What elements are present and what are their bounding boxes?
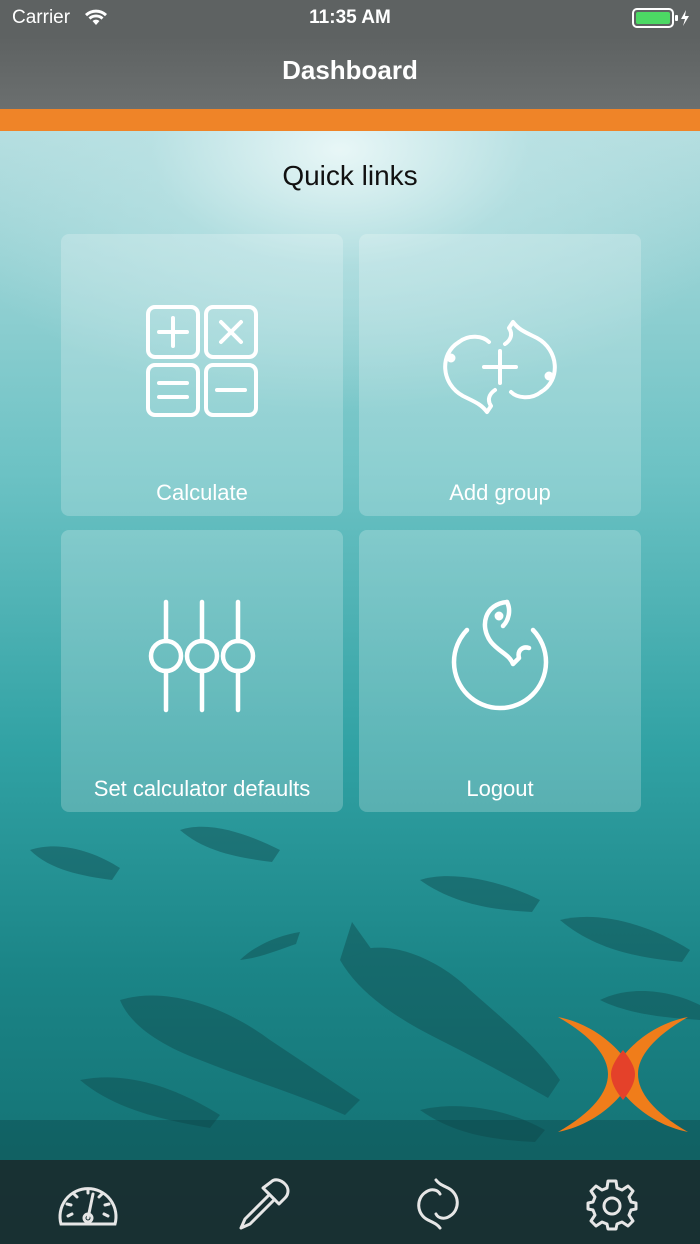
gauge-icon: [58, 1187, 118, 1226]
dropper-icon: [239, 1178, 290, 1230]
fish-power-icon: [451, 599, 549, 711]
status-bar: Carrier 11:35 AM: [0, 0, 700, 36]
gear-icon: [586, 1179, 638, 1231]
page-title: Dashboard: [282, 55, 418, 85]
logout-label: Logout: [466, 776, 534, 801]
tab-settings[interactable]: [525, 1160, 700, 1244]
tab-groups[interactable]: [350, 1160, 525, 1244]
status-time: 11:35 AM: [309, 7, 391, 28]
tab-tools[interactable]: [175, 1160, 350, 1244]
add-group-label: Add group: [449, 480, 551, 505]
brand-logo: [558, 1017, 688, 1132]
navigation-bar: Dashboard: [0, 36, 700, 109]
calculate-tile[interactable]: Calculate: [61, 234, 343, 516]
calculate-label: Calculate: [156, 480, 248, 505]
add-fish-group-icon: [443, 320, 557, 414]
set-calculator-defaults-tile[interactable]: Set calculator defaults: [61, 530, 343, 812]
add-group-tile[interactable]: Add group: [359, 234, 641, 516]
section-title: Quick links: [282, 160, 418, 191]
fish-pair-icon: [417, 1178, 459, 1230]
accent-divider: [0, 109, 700, 131]
tab-dashboard[interactable]: [0, 1160, 175, 1244]
battery-icon: [632, 8, 689, 28]
set-calculator-defaults-label: Set calculator defaults: [93, 776, 311, 801]
sliders-icon: [148, 599, 256, 713]
tab-bar: [0, 1160, 700, 1244]
logout-tile[interactable]: Logout: [359, 530, 641, 812]
calculator-icon: [146, 305, 258, 417]
